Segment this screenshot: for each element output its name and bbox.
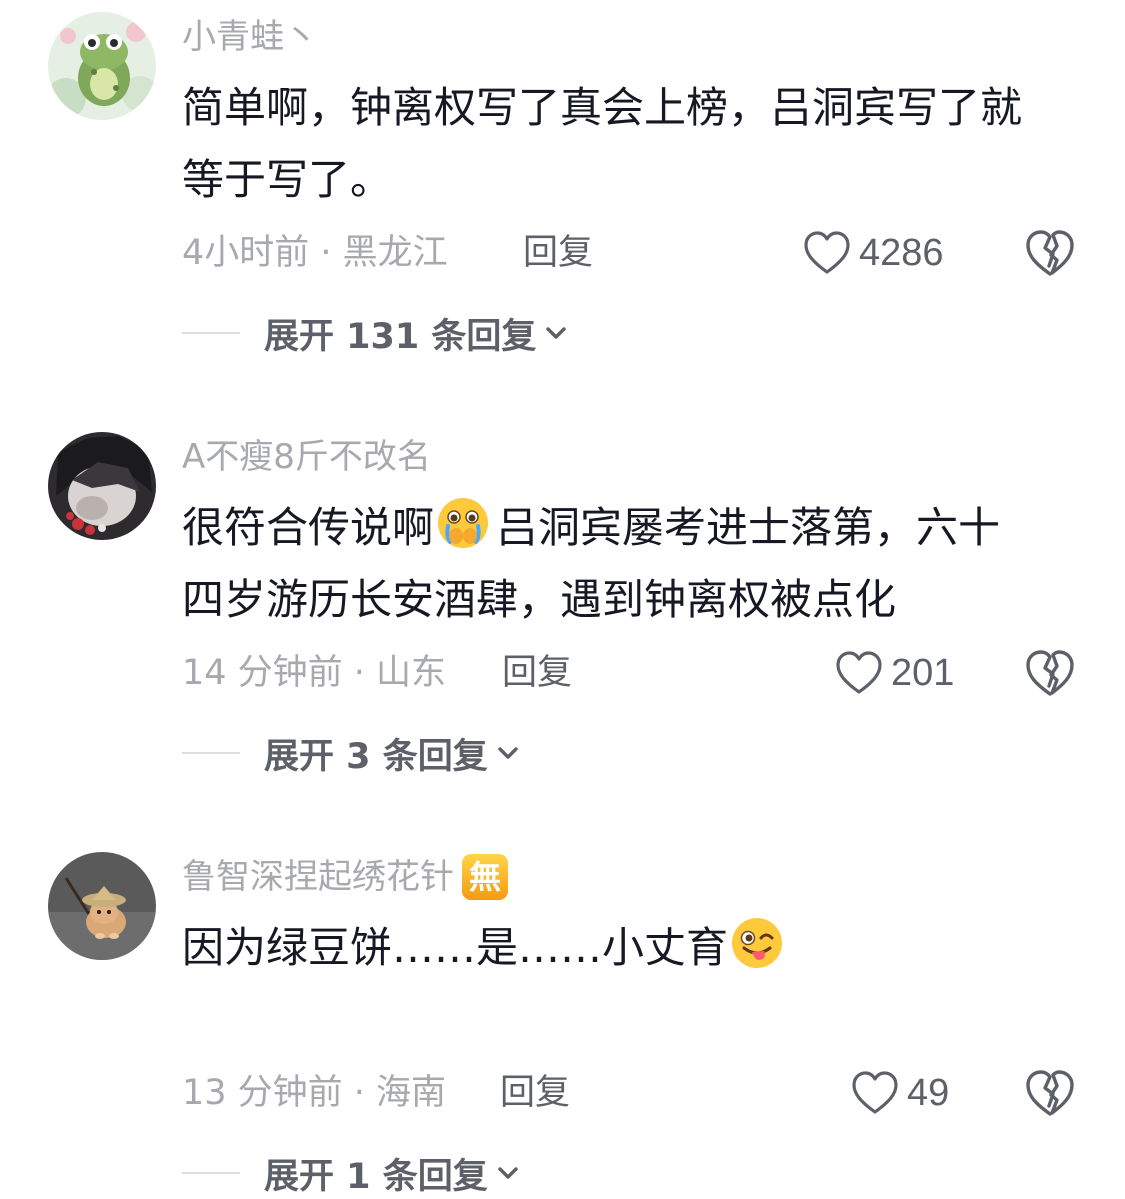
comment-meta: 14 分钟前 · 山东 <box>182 653 447 693</box>
avatar[interactable] <box>48 12 156 120</box>
chevron-down-icon <box>546 327 567 339</box>
comment-meta: 13 分钟前 · 海南 <box>182 1073 447 1113</box>
broken-heart-icon <box>1026 1070 1074 1116</box>
frog-avatar-icon <box>48 12 156 120</box>
hamster-avatar-icon <box>48 852 156 960</box>
like-count: 49 <box>907 1071 950 1114</box>
comment-text-part: 因为绿豆饼……是……小丈育 <box>182 923 729 972</box>
dislike-button[interactable] <box>1024 1066 1076 1120</box>
comment-text-line: 简单啊，钟离权写了真会上榜，吕洞宾写了就 <box>182 83 1023 132</box>
username[interactable]: 鲁智深捏起绣花针無 <box>182 854 508 900</box>
expand-replies-button[interactable]: 展开 1 条回复 <box>182 1150 520 1197</box>
like-button[interactable]: 201 <box>835 646 954 700</box>
comment-text-line: 等于写了。 <box>182 155 393 204</box>
comment-text: 因为绿豆饼……是……小丈育 <box>182 912 1082 984</box>
reply-button[interactable]: 回复 <box>502 650 572 696</box>
like-count: 4286 <box>859 231 944 274</box>
reply-button[interactable]: 回复 <box>500 1070 570 1116</box>
dislike-button[interactable] <box>1024 646 1076 700</box>
username[interactable]: 小青蛙丶 <box>182 14 318 60</box>
heart-outline-icon <box>804 231 850 274</box>
expand-replies-label: 展开 3 条回复 <box>264 736 488 777</box>
dislike-button[interactable] <box>1024 226 1076 280</box>
reply-button[interactable]: 回复 <box>523 230 593 276</box>
username-text: 鲁智深捏起绣花针 <box>182 857 454 897</box>
divider-line <box>182 752 240 754</box>
crying-face-emoji-icon <box>436 496 490 550</box>
anime-avatar-icon <box>48 432 156 540</box>
user-badge: 無 <box>462 854 508 900</box>
comment-meta: 4小时前 · 黑龙江 <box>182 233 448 273</box>
broken-heart-icon <box>1026 650 1074 696</box>
chevron-down-icon <box>498 747 518 759</box>
like-button[interactable]: 4286 <box>803 226 944 280</box>
winking-tongue-emoji-icon <box>730 916 784 970</box>
comment-text: 很符合传说啊 吕洞宾屡考进士落第，六十 四岁游历长安酒肆，遇到钟离权被点化 <box>182 492 1082 636</box>
expand-replies-button[interactable]: 展开 3 条回复 <box>182 730 520 777</box>
comment-text-line: 四岁游历长安酒肆，遇到钟离权被点化 <box>182 575 897 624</box>
broken-heart-icon <box>1026 230 1074 276</box>
expand-replies-label: 展开 131 条回复 <box>264 316 537 357</box>
username[interactable]: A不瘦8斤不改名 <box>182 434 431 480</box>
heart-outline-icon <box>836 651 882 694</box>
divider-line <box>182 1172 240 1174</box>
expand-replies-label: 展开 1 条回复 <box>264 1156 488 1197</box>
comment-text-part: 很符合传说啊 <box>182 503 435 552</box>
like-button[interactable]: 49 <box>851 1066 949 1120</box>
expand-replies-button[interactable]: 展开 131 条回复 <box>182 310 568 357</box>
like-count: 201 <box>891 651 955 694</box>
comment-text-part: 吕洞宾屡考进士落第，六十 <box>496 503 1001 552</box>
divider-line <box>182 332 240 334</box>
avatar[interactable] <box>48 432 156 540</box>
heart-outline-icon <box>852 1071 898 1114</box>
comment-text: 简单啊，钟离权写了真会上榜，吕洞宾写了就 等于写了。 <box>182 72 1082 216</box>
avatar[interactable] <box>48 852 156 960</box>
chevron-down-icon <box>498 1167 518 1179</box>
